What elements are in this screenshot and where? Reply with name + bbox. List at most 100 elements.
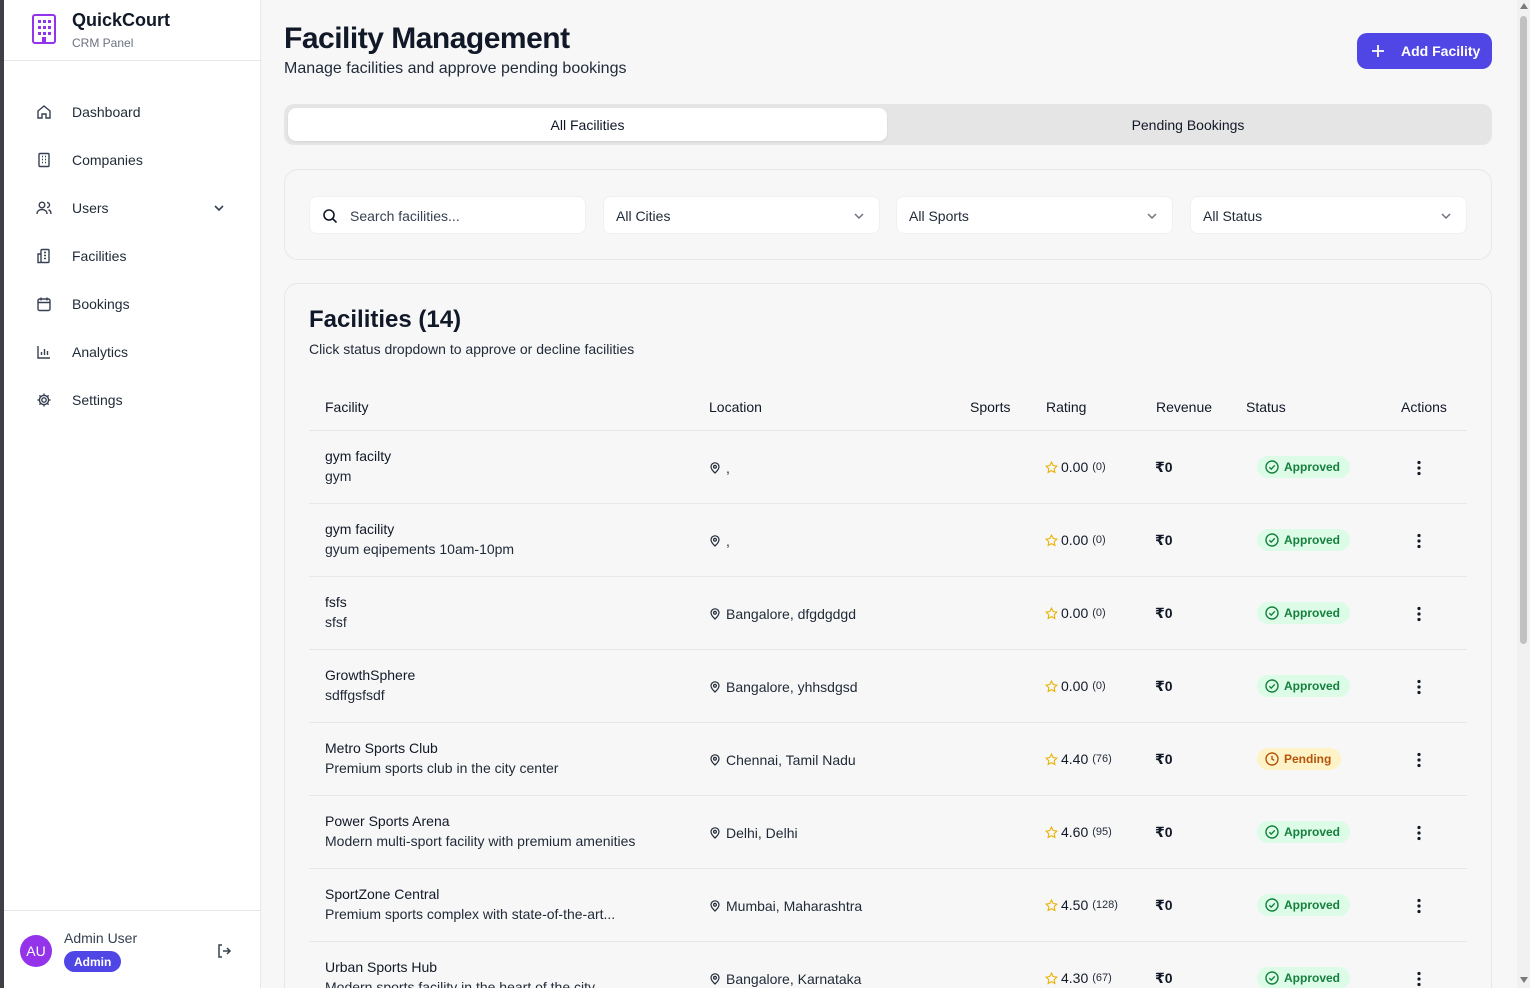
calendar-icon — [37, 297, 51, 312]
table-row[interactable]: Urban Sports Hub Modern sports facility i… — [309, 942, 1467, 988]
location-text: Bangalore, Karnataka — [726, 971, 862, 987]
facility-location: , — [709, 533, 730, 549]
facility-revenue: ₹0 — [1155, 970, 1173, 986]
sidebar-item-bookings[interactable]: Bookings — [20, 284, 244, 324]
status-label: Approved — [1284, 606, 1341, 620]
table-row[interactable]: gym facilty gym, 0.00 (0) ₹0 Approved — [309, 431, 1467, 504]
facility-icon — [37, 248, 50, 264]
facility-revenue: ₹0 — [1155, 459, 1173, 475]
add-facility-button[interactable]: Add Facility — [1357, 33, 1492, 69]
status-badge[interactable]: Approved — [1257, 602, 1351, 624]
status-badge[interactable]: Approved — [1257, 456, 1351, 478]
chevron-down-icon — [214, 205, 224, 212]
more-actions-icon[interactable] — [1409, 531, 1429, 551]
location-text: Chennai, Tamil Nadu — [726, 752, 856, 768]
review-count: (67) — [1092, 972, 1112, 984]
main-content: Facility Management Manage facilities an… — [261, 0, 1517, 988]
table-row[interactable]: Power Sports Arena Modern multi-sport fac… — [309, 796, 1467, 869]
table-row[interactable]: Metro Sports Club Premium sports club in … — [309, 723, 1467, 796]
facility-name: SportZone Central — [325, 886, 440, 902]
status-badge[interactable]: Approved — [1257, 529, 1351, 551]
review-count: (95) — [1092, 826, 1112, 838]
city-select[interactable]: All Cities — [603, 196, 880, 234]
bar-chart-icon — [37, 346, 50, 359]
scroll-down-arrow-icon[interactable] — [1520, 977, 1528, 983]
facility-rating: 0.00 (0) — [1045, 459, 1106, 475]
sidebar-item-dashboard[interactable]: Dashboard — [20, 92, 244, 132]
status-badge[interactable]: Approved — [1257, 967, 1351, 988]
more-actions-icon[interactable] — [1409, 677, 1429, 697]
search-icon — [323, 209, 338, 224]
sidebar-item-facilities[interactable]: Facilities — [20, 236, 244, 276]
avatar[interactable]: AU — [20, 935, 52, 967]
more-actions-icon[interactable] — [1409, 969, 1429, 988]
table-row[interactable]: fsfs sfsf Bangalore, dfgdgdgd 0.00 (0) ₹0 Appr… — [309, 577, 1467, 650]
table-row[interactable]: GrowthSphere sdffgsfsdf Bangalore, yhhsdgs… — [309, 650, 1467, 723]
page-subtitle: Manage facilities and approve pending bo… — [284, 60, 627, 77]
more-actions-icon[interactable] — [1409, 458, 1429, 478]
map-pin-icon — [710, 973, 720, 985]
more-actions-icon[interactable] — [1409, 823, 1429, 843]
sidebar-item-label: Facilities — [72, 248, 127, 264]
status-badge[interactable]: Approved — [1257, 675, 1351, 697]
rating-value: 0.00 — [1061, 532, 1089, 548]
review-count: (0) — [1092, 534, 1106, 546]
sidebar-item-label: Users — [72, 200, 109, 216]
table-row[interactable]: SportZone Central Premium sports complex … — [309, 869, 1467, 942]
filter-card: Search facilities... All Cities All Spor… — [284, 169, 1492, 260]
column-header-revenue: Revenue — [1156, 399, 1213, 415]
column-header-facility: Facility — [325, 399, 369, 415]
clock-icon — [1265, 752, 1279, 766]
sidebar-item-users[interactable]: Users — [20, 188, 244, 228]
sidebar-item-analytics[interactable]: Analytics — [20, 332, 244, 372]
review-count: (0) — [1092, 680, 1106, 692]
scrollbar-thumb[interactable] — [1520, 16, 1527, 644]
tab-all-facilities[interactable]: All Facilities — [288, 108, 887, 141]
user-footer: AU Admin User Admin — [4, 910, 260, 988]
facility-rating: 4.40 (76) — [1045, 751, 1112, 767]
rating-value: 4.50 — [1061, 897, 1089, 913]
status-label: Approved — [1284, 460, 1341, 474]
check-circle-icon — [1265, 606, 1279, 620]
home-icon — [37, 105, 51, 119]
table-row[interactable]: gym facility gyum eqipements 10am-10pm, 0.… — [309, 504, 1467, 577]
facility-location: Bangalore, yhhsdgsd — [709, 679, 858, 695]
status-select[interactable]: All Status — [1190, 196, 1467, 234]
status-select-value: All Status — [1203, 208, 1263, 224]
sidebar-item-companies[interactable]: Companies — [20, 140, 244, 180]
sidebar-item-settings[interactable]: Settings — [20, 380, 244, 420]
user-name: Admin User — [64, 930, 138, 946]
users-icon — [36, 201, 52, 215]
facility-revenue: ₹0 — [1155, 897, 1173, 913]
facility-description: sdffgsfsdf — [325, 687, 385, 703]
facility-name: GrowthSphere — [325, 667, 416, 683]
more-actions-icon[interactable] — [1409, 604, 1429, 624]
status-badge[interactable]: Approved — [1257, 821, 1351, 843]
facility-description: Premium sports complex with state-of-the… — [325, 906, 616, 922]
location-text: , — [726, 533, 730, 549]
column-header-location: Location — [709, 399, 762, 415]
sport-select[interactable]: All Sports — [896, 196, 1173, 234]
status-badge[interactable]: Approved — [1257, 894, 1351, 916]
tab-pending-bookings[interactable]: Pending Bookings — [888, 108, 1488, 141]
status-label: Approved — [1284, 898, 1341, 912]
map-pin-icon — [710, 462, 720, 474]
search-placeholder: Search facilities... — [350, 208, 460, 224]
column-header-status: Status — [1246, 399, 1286, 415]
check-circle-icon — [1265, 679, 1279, 693]
rating-value: 4.60 — [1061, 824, 1089, 840]
logout-icon[interactable] — [216, 943, 232, 959]
chevron-down-icon — [854, 213, 864, 220]
star-icon — [1045, 460, 1058, 473]
more-actions-icon[interactable] — [1409, 896, 1429, 916]
facility-revenue: ₹0 — [1155, 824, 1173, 840]
facility-location: Mumbai, Maharashtra — [709, 898, 862, 914]
column-header-sports: Sports — [970, 399, 1011, 415]
status-badge[interactable]: Pending — [1257, 748, 1342, 770]
more-actions-icon[interactable] — [1409, 750, 1429, 770]
search-input[interactable]: Search facilities... — [309, 196, 586, 234]
scrollbar[interactable] — [1517, 0, 1530, 988]
scroll-up-arrow-icon[interactable] — [1520, 3, 1528, 9]
star-icon — [1045, 825, 1058, 838]
map-pin-icon — [710, 681, 720, 693]
